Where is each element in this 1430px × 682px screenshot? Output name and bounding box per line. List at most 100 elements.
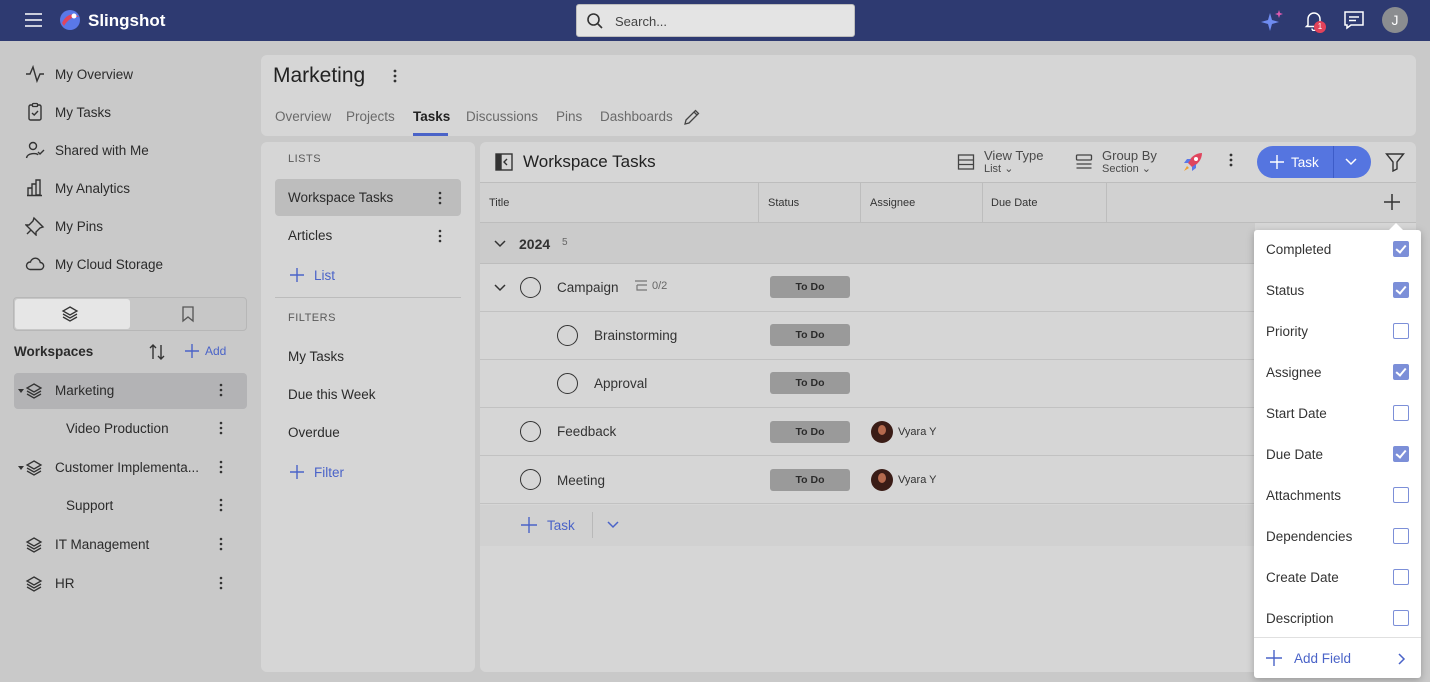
field-checkbox[interactable] — [1393, 610, 1409, 626]
field-checkbox[interactable] — [1393, 364, 1409, 380]
add-filter-button[interactable]: Filter — [289, 464, 344, 480]
task-title[interactable]: Meeting — [557, 473, 605, 488]
tab-discussions[interactable]: Discussions — [466, 109, 538, 124]
assignee-cell[interactable]: Vyara Y — [871, 469, 937, 491]
group-by-selector[interactable]: Group By Section ⌄ — [1075, 149, 1157, 175]
bookmark-icon[interactable] — [180, 305, 196, 323]
layers-icon[interactable] — [61, 305, 79, 323]
field-option-dependencies[interactable]: Dependencies — [1254, 517, 1421, 558]
field-option-due-date[interactable]: Due Date — [1254, 435, 1421, 476]
edit-pencil-icon[interactable] — [683, 108, 701, 126]
messages-icon[interactable] — [1343, 9, 1365, 31]
tab-projects[interactable]: Projects — [346, 109, 395, 124]
list-item-workspace-tasks[interactable]: Workspace Tasks — [288, 190, 393, 205]
nav-my-analytics[interactable]: My Analytics — [24, 177, 130, 199]
task-title[interactable]: Approval — [594, 376, 647, 391]
tab-tasks[interactable]: Tasks — [413, 109, 450, 124]
more-vertical-icon[interactable] — [219, 576, 223, 590]
collapse-panel-icon[interactable] — [494, 152, 514, 172]
rocket-icon[interactable] — [1182, 151, 1204, 173]
task-title[interactable]: Campaign — [557, 280, 619, 295]
tab-pins[interactable]: Pins — [556, 109, 582, 124]
add-list-button[interactable]: List — [289, 267, 335, 283]
complete-task-checkbox[interactable] — [520, 277, 541, 298]
search-box[interactable] — [576, 4, 855, 37]
more-vertical-icon[interactable] — [219, 383, 223, 397]
add-column-plus-icon[interactable] — [1384, 194, 1400, 210]
nav-my-overview[interactable]: My Overview — [24, 63, 133, 85]
task-title[interactable]: Brainstorming — [594, 328, 677, 343]
field-checkbox[interactable] — [1393, 323, 1409, 339]
workspace-item-customer-implementation[interactable]: Customer Implementa... — [14, 450, 247, 486]
nav-my-cloud-storage[interactable]: My Cloud Storage — [24, 253, 163, 275]
chevron-right-icon[interactable] — [1397, 652, 1407, 666]
filter-item-due-this-week[interactable]: Due this Week — [288, 387, 376, 402]
view-type-selector[interactable]: View Type List ⌄ — [957, 149, 1044, 175]
workspace-item-it-management[interactable]: IT Management — [14, 527, 247, 563]
field-option-create-date[interactable]: Create Date — [1254, 558, 1421, 599]
chevron-down-icon[interactable] — [606, 520, 620, 530]
field-option-start-date[interactable]: Start Date — [1254, 394, 1421, 435]
field-checkbox[interactable] — [1393, 405, 1409, 421]
status-badge[interactable]: To Do — [770, 469, 850, 491]
tab-overview[interactable]: Overview — [275, 109, 331, 124]
assignee-cell[interactable]: Vyara Y — [871, 421, 937, 443]
sort-icon[interactable] — [147, 342, 167, 362]
more-vertical-icon[interactable] — [219, 460, 223, 474]
complete-task-checkbox[interactable] — [557, 373, 578, 394]
more-vertical-icon[interactable] — [391, 68, 399, 84]
field-option-attachments[interactable]: Attachments — [1254, 476, 1421, 517]
nav-my-tasks[interactable]: My Tasks — [24, 101, 111, 123]
chevron-down-icon[interactable] — [493, 283, 507, 293]
status-badge[interactable]: To Do — [770, 276, 850, 298]
chevron-down-icon[interactable] — [1344, 157, 1358, 167]
field-checkbox[interactable] — [1393, 241, 1409, 257]
expand-caret-icon[interactable] — [18, 466, 24, 470]
workspace-item-video-production[interactable]: Video Production — [14, 411, 247, 447]
status-badge[interactable]: To Do — [770, 372, 850, 394]
user-avatar[interactable]: J — [1382, 7, 1408, 33]
field-option-completed[interactable]: Completed — [1254, 230, 1421, 271]
inline-add-task-button[interactable]: Task — [520, 516, 575, 534]
field-option-assignee[interactable]: Assignee — [1254, 353, 1421, 394]
filter-item-my-tasks[interactable]: My Tasks — [288, 349, 344, 364]
complete-task-checkbox[interactable] — [520, 469, 541, 490]
status-badge[interactable]: To Do — [770, 421, 850, 443]
search-input[interactable] — [615, 11, 845, 31]
nav-my-pins[interactable]: My Pins — [24, 215, 103, 237]
list-item-articles[interactable]: Articles — [288, 228, 332, 243]
field-checkbox[interactable] — [1393, 569, 1409, 585]
field-checkbox[interactable] — [1393, 528, 1409, 544]
expand-caret-icon[interactable] — [18, 389, 24, 393]
more-vertical-icon[interactable] — [219, 498, 223, 512]
add-task-button[interactable]: Task — [1257, 146, 1371, 178]
field-option-status[interactable]: Status — [1254, 271, 1421, 312]
chevron-down-icon[interactable] — [493, 239, 507, 249]
field-checkbox[interactable] — [1393, 487, 1409, 503]
complete-task-checkbox[interactable] — [520, 421, 541, 442]
more-vertical-icon[interactable] — [438, 191, 442, 205]
add-workspace-button[interactable]: Add — [184, 343, 226, 359]
field-option-description[interactable]: Description — [1254, 599, 1421, 640]
ai-sparkle-icon[interactable] — [1260, 9, 1286, 33]
tab-dashboards[interactable]: Dashboards — [600, 109, 673, 124]
complete-task-checkbox[interactable] — [557, 325, 578, 346]
task-title[interactable]: Feedback — [557, 424, 616, 439]
workspace-item-marketing[interactable]: Marketing — [14, 373, 247, 409]
more-vertical-icon[interactable] — [1227, 152, 1235, 168]
filter-funnel-icon[interactable] — [1385, 152, 1405, 172]
hamburger-menu-icon[interactable] — [24, 11, 44, 29]
field-checkbox[interactable] — [1393, 282, 1409, 298]
nav-shared-with-me[interactable]: Shared with Me — [24, 139, 149, 161]
more-vertical-icon[interactable] — [438, 229, 442, 243]
add-field-button[interactable]: Add Field — [1266, 650, 1351, 666]
column-header-status[interactable]: Status — [768, 197, 799, 209]
column-header-assignee[interactable]: Assignee — [870, 197, 915, 209]
field-option-priority[interactable]: Priority — [1254, 312, 1421, 353]
field-checkbox[interactable] — [1393, 446, 1409, 462]
workspace-item-support[interactable]: Support — [14, 488, 247, 524]
filter-item-overdue[interactable]: Overdue — [288, 425, 340, 440]
status-badge[interactable]: To Do — [770, 324, 850, 346]
more-vertical-icon[interactable] — [219, 421, 223, 435]
workspace-item-hr[interactable]: HR — [14, 566, 247, 602]
